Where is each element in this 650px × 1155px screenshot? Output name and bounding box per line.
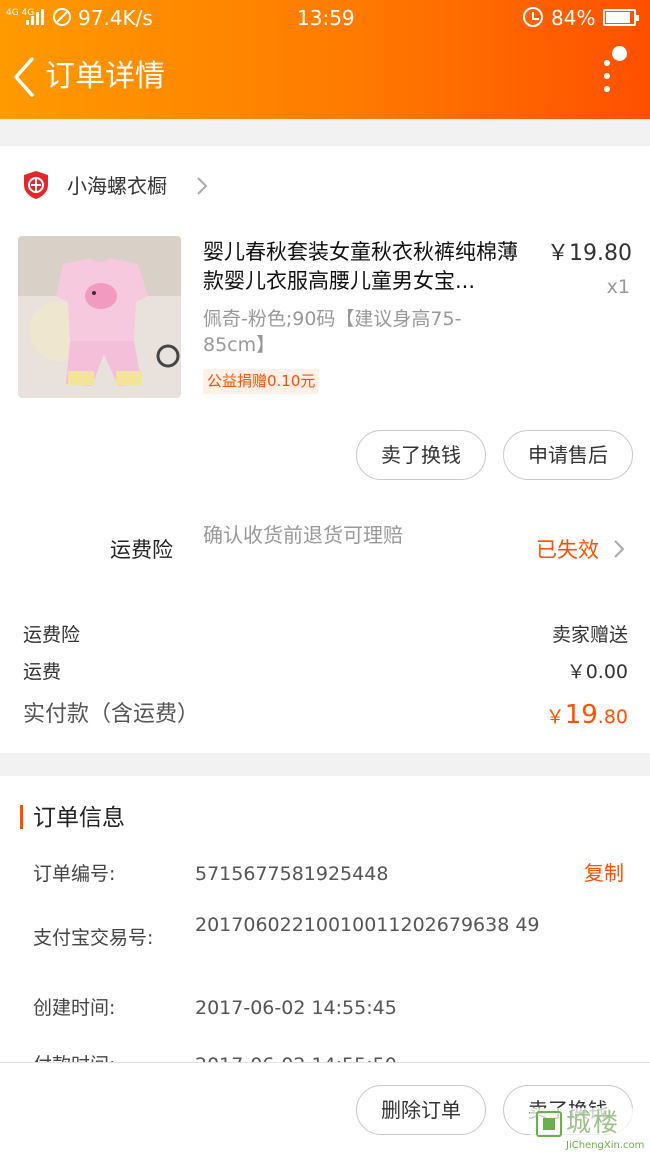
watermark-text: 城楼 [566,1108,621,1137]
back-button[interactable] [10,55,50,99]
charity-tag: 公益捐赠0.10元 [203,369,320,394]
total-integer: 19 [564,700,598,730]
order-info-title: 订单信息 [33,805,125,831]
after-sale-button[interactable]: 申请售后 [503,430,633,480]
shop-logo-icon [23,170,49,200]
order-detail-screen: 4G 4G 97.4K/s 13:59 84% 订单详情 小海螺衣橱 婴儿春秋套… [0,0,650,1155]
created-time-label: 创建时间: [33,997,116,1019]
alipay-trade-value: 20170602210010011202679638 49 [195,914,540,936]
shipping-insurance-desc: 确认收货前退货可理赔 [203,523,403,547]
more-menu-button[interactable] [590,44,636,98]
header: 4G 4G 97.4K/s 13:59 84% 订单详情 [0,0,650,119]
total-amount: ￥19.80 [546,700,628,730]
section-accent-bar [20,805,23,829]
fee-label: 运费 [23,661,62,683]
chevron-right-icon[interactable] [609,537,629,561]
product-thumbnail[interactable] [18,236,181,398]
total-label: 实付款（含运费） [23,702,200,727]
battery-level: 84% [551,6,596,30]
watermark-sub: JiChengXin.com [566,1140,645,1151]
alarm-icon [523,7,543,27]
product-price: ￥19.80 [547,241,632,266]
watermark-logo-icon [536,1111,562,1137]
clock: 13:59 [297,6,355,30]
order-number-label: 订单编号: [33,863,116,885]
product-quantity: x1 [606,276,630,298]
shop-name[interactable]: 小海螺衣橱 [67,172,167,200]
order-number-value: 5715677581925448 [195,863,389,885]
total-currency: ￥ [545,706,565,728]
alipay-trade-label: 支付宝交易号: [33,927,154,949]
fee-label: 运费险 [23,624,81,646]
page-title: 订单详情 [45,59,165,94]
total-decimal: .80 [597,706,628,728]
no-sim-icon [53,8,71,26]
created-time-value: 2017-06-02 14:55:45 [195,997,397,1019]
chevron-left-icon [14,57,34,97]
status-bar: 4G 4G 97.4K/s 13:59 84% [0,0,650,36]
watermark: 城楼 JiChengXin.com [530,1108,650,1155]
fee-value: ￥0.00 [566,661,628,683]
chevron-right-icon[interactable] [190,174,214,198]
copy-button[interactable]: 复制 [584,860,624,886]
delete-order-button[interactable]: 删除订单 [356,1085,486,1135]
sell-for-cash-button[interactable]: 卖了换钱 [356,430,486,480]
notification-dot-icon [612,46,627,61]
product-title[interactable]: 婴儿春秋套装女童秋衣秋裤纯棉薄款婴儿衣服高腰儿童男女宝... [203,238,533,296]
shipping-insurance-status[interactable]: 已失效 [536,536,599,564]
battery-icon [603,9,639,26]
network-speed: 97.4K/s [78,6,153,30]
fee-value: 卖家赠送 [551,624,628,646]
signal-icon [26,9,46,25]
shipping-insurance-label: 运费险 [110,538,173,562]
product-sku: 佩奇-粉色;90码【建议身高75-85cm】 [203,308,462,356]
